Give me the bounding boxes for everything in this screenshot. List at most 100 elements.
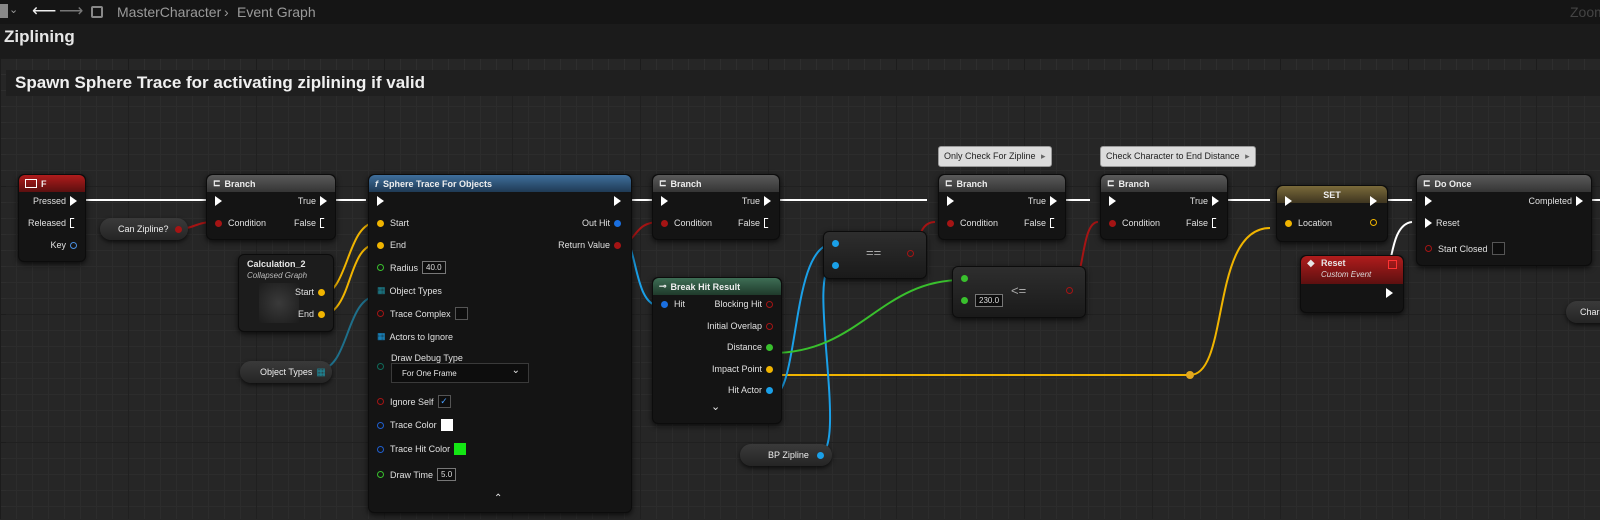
exec-out-pin[interactable] (70, 218, 77, 228)
exec-in-pin[interactable] (1425, 218, 1432, 228)
break-hit-result-node[interactable]: ⊸ Break Hit Result Hit Blocking Hit Initi… (652, 277, 782, 424)
draw-debug-type-dropdown[interactable]: For One Frame ⌄ (391, 363, 529, 383)
vector-out-pin[interactable] (318, 288, 325, 296)
operator-label: == (866, 245, 882, 260)
distance-label: Distance (726, 342, 762, 352)
bool-in-pin[interactable] (661, 219, 668, 227)
bool-in-pin[interactable] (377, 310, 384, 317)
float-in-pin[interactable] (961, 275, 968, 282)
float-in-pin[interactable] (377, 471, 384, 478)
exec-in-pin[interactable] (661, 196, 668, 206)
array-pin-icon[interactable]: ▦ (316, 367, 325, 378)
exec-in-pin[interactable] (1285, 196, 1292, 206)
bool-in-pin[interactable] (947, 219, 954, 227)
condition-label: Condition (1122, 218, 1161, 228)
float-out-pin[interactable] (766, 343, 773, 351)
struct-in-pin[interactable] (661, 300, 668, 308)
compare-value-input[interactable]: 230.0 (975, 294, 1004, 307)
bool-out-pin[interactable] (174, 225, 182, 233)
bool-out-pin[interactable] (766, 322, 773, 330)
float-in-pin[interactable] (377, 264, 384, 271)
exec-out-pin[interactable] (1050, 218, 1057, 228)
reset-custom-event-node[interactable]: ◆ Reset Custom Event (1300, 255, 1404, 313)
bool-in-pin[interactable] (215, 219, 222, 227)
exec-out-pin[interactable] (70, 196, 77, 206)
object-out-pin[interactable] (766, 386, 773, 394)
draw-time-input[interactable]: 5.0 (437, 468, 457, 481)
vector-out-pin[interactable] (766, 365, 773, 373)
bp-zipline-variable[interactable]: BP Zipline (740, 444, 832, 466)
exec-in-pin[interactable] (215, 196, 222, 206)
collapsed-graph-node[interactable]: Calculation_2 Collapsed Graph Start End (238, 254, 334, 332)
object-out-pin[interactable] (816, 451, 824, 459)
exec-out-pin[interactable] (1212, 196, 1219, 206)
set-location-node[interactable]: SET Location (1276, 185, 1388, 242)
expand-chevron-down-icon[interactable]: ⌄ (711, 400, 720, 413)
exec-out-pin[interactable] (764, 196, 771, 206)
exec-in-pin[interactable] (1109, 196, 1116, 206)
branch-node-2[interactable]: ⊏ Branch Condition True False (652, 174, 780, 240)
node-subtitle: Custom Event (1321, 270, 1372, 279)
float-in-pin[interactable] (961, 297, 968, 304)
exec-out-pin[interactable] (1576, 196, 1583, 206)
trace-hit-color-swatch[interactable] (454, 443, 467, 455)
exec-out-pin[interactable] (1370, 196, 1377, 206)
false-label: False (1023, 218, 1046, 228)
object-in-pin[interactable] (832, 240, 839, 247)
bool-in-pin[interactable] (377, 398, 384, 405)
sphere-trace-node[interactable]: f Sphere Trace For Objects Start End Radi… (368, 174, 632, 513)
exec-out-pin[interactable] (614, 196, 621, 206)
start-closed-checkbox[interactable] (1491, 242, 1505, 255)
bool-out-pin[interactable] (766, 300, 773, 308)
trace-color-swatch[interactable] (440, 419, 453, 431)
color-in-pin[interactable] (377, 421, 384, 429)
branch-node-4[interactable]: ⊏ Branch Condition True False (1100, 174, 1228, 240)
vector-in-pin[interactable] (377, 219, 384, 227)
bool-in-pin[interactable] (1109, 219, 1116, 227)
do-once-node[interactable]: ⊏ Do Once Reset Start Closed Completed (1416, 174, 1592, 266)
object-types-variable[interactable]: Object Types ▦ (240, 361, 332, 383)
branch-icon: ⊏ (213, 178, 221, 188)
collapsed-graph-preview (259, 283, 299, 323)
struct-out-pin[interactable] (614, 219, 621, 227)
exec-out-pin[interactable] (320, 218, 327, 228)
delegate-pin-icon[interactable] (1388, 260, 1397, 269)
vector-out-pin[interactable] (318, 310, 325, 318)
color-in-pin[interactable] (377, 445, 384, 453)
comment-bubble-distance[interactable]: Check Character to End Distance ▸ (1100, 146, 1256, 167)
struct-out-pin[interactable] (70, 241, 77, 249)
input-key-f-node[interactable]: F Pressed Released Key (18, 174, 86, 262)
branch-node-1[interactable]: ⊏ Branch Condition True False (206, 174, 336, 240)
exec-in-pin[interactable] (377, 196, 384, 206)
bool-out-pin[interactable] (907, 250, 914, 257)
exec-in-pin[interactable] (947, 196, 954, 206)
bool-out-pin[interactable] (1066, 287, 1073, 294)
comment-bubble-zipline[interactable]: Only Check For Zipline ▸ (938, 146, 1052, 167)
can-zipline-variable[interactable]: Can Zipline? (100, 218, 188, 240)
array-pin-icon[interactable]: ▦ (377, 285, 386, 296)
radius-input[interactable]: 40.0 (422, 261, 446, 274)
array-pin-icon[interactable]: ▦ (377, 331, 386, 342)
vector-in-pin[interactable] (1285, 219, 1292, 227)
enum-in-pin[interactable] (377, 363, 384, 370)
ignore-self-checkbox[interactable]: ✓ (437, 395, 451, 408)
event-diamond-icon: ◆ (1307, 258, 1315, 269)
less-equal-node[interactable]: 230.0 <= (952, 266, 1086, 318)
bool-out-pin[interactable] (614, 241, 621, 249)
bool-in-pin[interactable] (1425, 245, 1432, 252)
equals-node[interactable]: == (823, 231, 927, 279)
exec-in-pin[interactable] (1425, 196, 1432, 206)
character-variable-partial[interactable]: Chara (1566, 301, 1600, 323)
object-in-pin[interactable] (832, 262, 839, 269)
exec-out-pin[interactable] (1386, 288, 1393, 298)
vector-in-pin[interactable] (377, 241, 384, 249)
reroute-knot[interactable] (1186, 371, 1194, 379)
exec-out-pin[interactable] (764, 218, 771, 228)
exec-out-pin[interactable] (1212, 218, 1219, 228)
trace-complex-checkbox[interactable] (454, 307, 468, 320)
exec-out-pin[interactable] (320, 196, 327, 206)
branch-node-3[interactable]: ⊏ Branch Condition True False (938, 174, 1066, 240)
exec-out-pin[interactable] (1050, 196, 1057, 206)
collapse-chevron-up-icon[interactable]: ⌃ (494, 493, 502, 504)
vector-out-pin[interactable] (1370, 219, 1377, 226)
